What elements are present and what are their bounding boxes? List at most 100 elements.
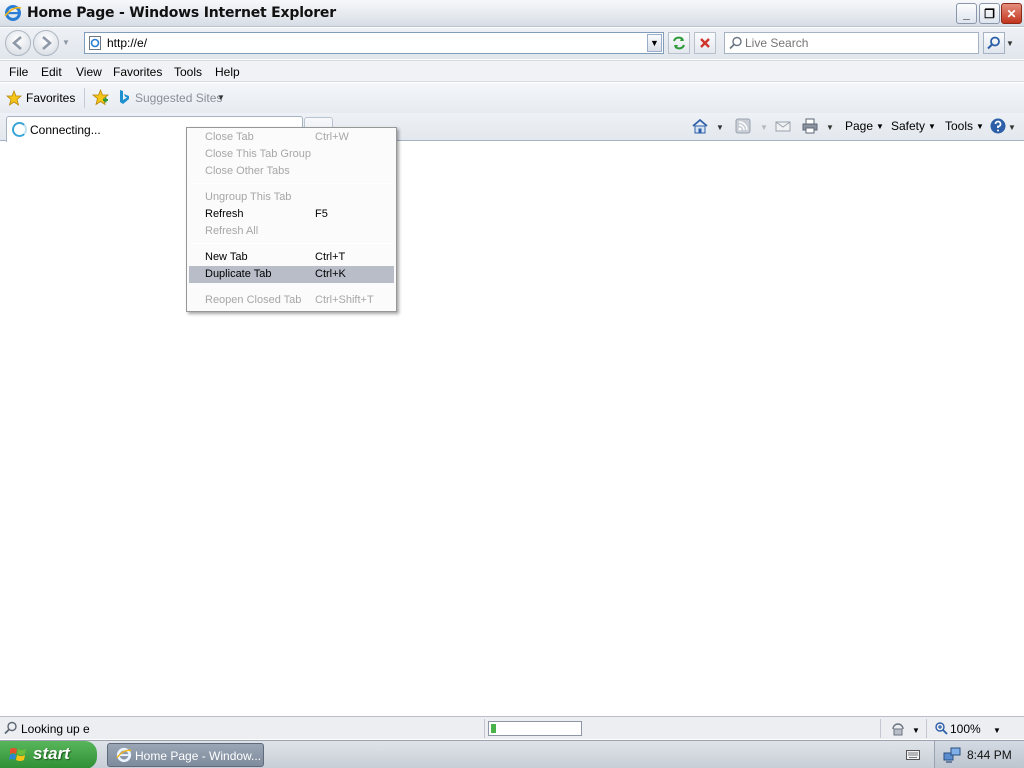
recent-pages-dropdown-icon[interactable]: ▼ <box>62 38 70 47</box>
favorites-bar: Favorites Suggested Sites ▼ <box>0 83 1024 113</box>
help-dropdown-icon[interactable]: ▼ <box>1008 123 1016 132</box>
context-menu-item-close-other-tabs[interactable]: Close Other Tabs <box>189 163 394 180</box>
title-bar[interactable]: Home Page - Windows Internet Explorer _ … <box>0 0 1024 27</box>
back-button[interactable] <box>5 30 31 56</box>
context-menu-item-reopen-closed-tab[interactable]: Reopen Closed Tab Ctrl+Shift+T <box>189 292 394 309</box>
restore-icon: ❐ <box>984 6 995 21</box>
network-icon[interactable] <box>943 746 961 764</box>
minimize-icon: _ <box>963 6 970 21</box>
progress-fill <box>491 724 496 733</box>
navigation-bar: ▼ http://e/ ▼ ▼ <box>0 28 1024 59</box>
protected-mode-icon[interactable] <box>890 721 906 737</box>
tab-row: Connecting... ▼ ▼ ▼ Page ▼ Safety ▼ Tools ▼… <box>0 113 1024 142</box>
window-title: Home Page - Windows Internet Explorer <box>27 5 336 21</box>
loading-progress-bar <box>488 721 582 736</box>
zoom-dropdown-icon[interactable]: ▼ <box>993 726 1001 735</box>
search-options-dropdown-icon[interactable]: ▼ <box>1006 39 1014 48</box>
page-menu-arrow-icon: ▼ <box>876 122 884 131</box>
zoom-icon[interactable] <box>934 721 948 735</box>
forward-button[interactable] <box>33 30 59 56</box>
security-dropdown-icon[interactable]: ▼ <box>912 726 920 735</box>
tools-menu-label: Tools <box>945 119 974 133</box>
start-label: start <box>33 744 70 763</box>
help-icon[interactable] <box>989 117 1007 135</box>
context-menu-separator <box>190 183 394 184</box>
system-tray: 8:44 PM <box>934 741 1024 768</box>
back-arrow-icon <box>12 36 22 50</box>
favorites-button[interactable]: Favorites <box>26 91 75 105</box>
context-menu-item-refresh-all[interactable]: Refresh All <box>189 223 394 240</box>
page-icon <box>89 36 101 50</box>
status-bar: Looking up e ▼ 100% ▼ <box>0 716 1024 739</box>
context-menu-item-ungroup-tab[interactable]: Ungroup This Tab <box>189 189 394 206</box>
suggested-sites-button[interactable]: Suggested Sites <box>135 91 222 105</box>
clock: 8:44 PM <box>967 748 1012 762</box>
search-icon <box>987 36 1000 50</box>
internet-explorer-icon <box>4 5 22 21</box>
taskbar-item-ie-window[interactable]: Home Page - Window... <box>107 743 264 767</box>
context-menu-item-new-tab[interactable]: New Tab Ctrl+T <box>189 249 394 266</box>
address-dropdown-icon[interactable]: ▼ <box>647 34 662 52</box>
windows-logo-icon <box>9 748 26 761</box>
loading-spinner-icon <box>12 122 27 137</box>
context-menu-item-close-tab-group[interactable]: Close This Tab Group <box>189 146 394 163</box>
suggested-sites-dropdown-icon[interactable]: ▼ <box>217 93 225 102</box>
safety-menu-arrow-icon: ▼ <box>928 122 936 131</box>
safety-menu-label: Safety <box>891 119 926 133</box>
taskbar: start Home Page - Window... 8:44 PM <box>0 740 1024 768</box>
favorites-separator <box>84 88 85 108</box>
favorites-star-icon[interactable] <box>6 90 22 106</box>
menu-view[interactable]: View <box>76 65 102 79</box>
start-button[interactable]: start <box>0 741 97 768</box>
menu-help[interactable]: Help <box>215 65 240 79</box>
status-text: Looking up e <box>21 722 90 736</box>
menu-edit[interactable]: Edit <box>41 65 62 79</box>
restore-button[interactable]: ❐ <box>979 3 1000 24</box>
context-menu-separator <box>190 243 394 244</box>
add-to-favorites-bar-icon[interactable] <box>92 89 109 106</box>
home-icon[interactable] <box>691 117 709 135</box>
feeds-icon[interactable] <box>734 117 752 135</box>
forward-arrow-icon <box>42 36 52 50</box>
context-menu-item-close-tab[interactable]: Close Tab Ctrl+W <box>189 129 394 146</box>
status-divider <box>926 719 927 738</box>
menu-favorites[interactable]: Favorites <box>113 65 162 79</box>
context-menu-item-duplicate-tab[interactable]: Duplicate Tab Ctrl+K <box>189 266 394 283</box>
status-search-icon <box>4 721 17 735</box>
tools-menu-arrow-icon: ▼ <box>976 122 984 131</box>
bing-icon <box>120 90 129 104</box>
context-menu-item-refresh[interactable]: Refresh F5 <box>189 206 394 223</box>
refresh-button[interactable] <box>668 32 690 54</box>
home-dropdown-icon[interactable]: ▼ <box>716 123 724 132</box>
close-window-button[interactable]: ✕ <box>1001 3 1022 24</box>
address-url[interactable]: http://e/ <box>107 36 147 50</box>
tab-context-menu: Close Tab Ctrl+W Close This Tab Group Cl… <box>186 127 397 312</box>
minimize-button[interactable]: _ <box>956 3 977 24</box>
menu-tools[interactable]: Tools <box>174 65 202 79</box>
refresh-icon <box>673 36 685 50</box>
address-bar[interactable]: http://e/ ▼ <box>84 32 664 54</box>
search-box[interactable] <box>724 32 979 54</box>
status-divider <box>880 719 881 738</box>
context-menu-separator <box>190 286 394 287</box>
tab-label: Connecting... <box>30 123 101 137</box>
read-mail-icon[interactable] <box>774 117 792 135</box>
safety-menu-button[interactable]: Safety ▼ <box>891 119 936 133</box>
keyboard-icon[interactable] <box>906 749 920 761</box>
taskbar-item-label: Home Page - Window... <box>135 749 262 763</box>
page-menu-button[interactable]: Page ▼ <box>845 119 884 133</box>
menu-bar: File Edit View Favorites Tools Help <box>0 60 1024 82</box>
status-divider <box>484 719 485 738</box>
internet-explorer-icon <box>116 747 132 763</box>
search-input[interactable] <box>745 35 975 51</box>
print-icon[interactable] <box>801 117 819 135</box>
print-dropdown-icon[interactable]: ▼ <box>826 123 834 132</box>
page-menu-label: Page <box>845 119 874 133</box>
stop-button[interactable] <box>694 32 716 54</box>
menu-file[interactable]: File <box>9 65 28 79</box>
zoom-level[interactable]: 100% <box>950 722 981 736</box>
feeds-dropdown-icon[interactable]: ▼ <box>760 123 768 132</box>
stop-icon <box>700 38 710 48</box>
search-button[interactable] <box>983 32 1005 54</box>
tools-menu-button[interactable]: Tools ▼ <box>945 119 984 133</box>
